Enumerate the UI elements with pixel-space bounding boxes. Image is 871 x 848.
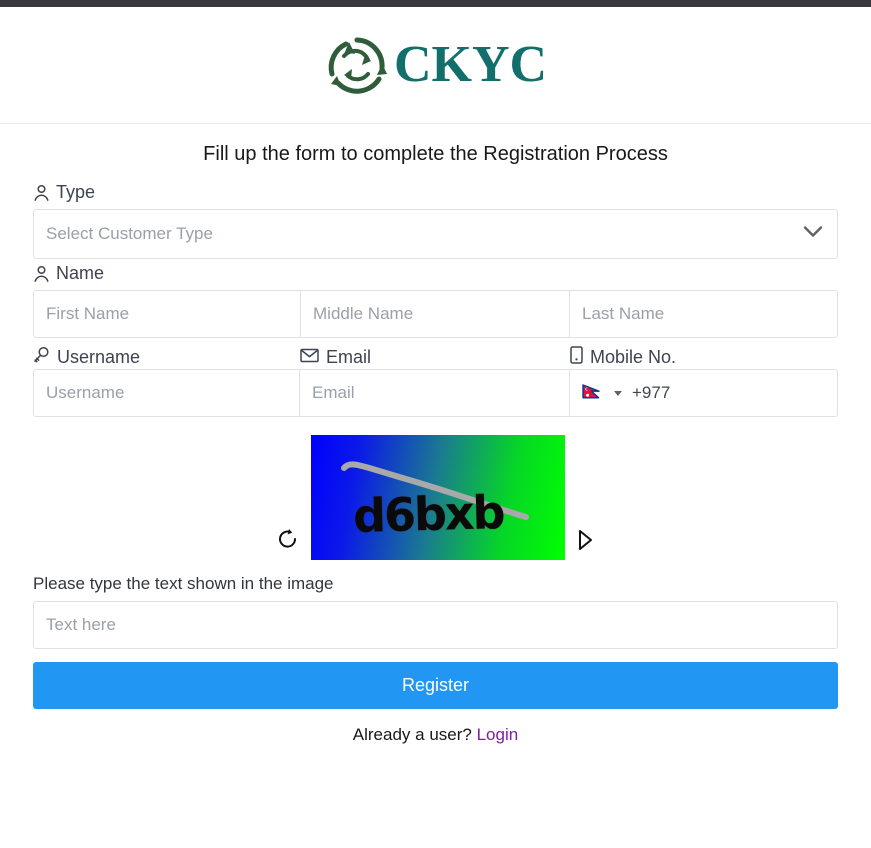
- captcha-audio-button[interactable]: [577, 528, 595, 560]
- person-icon: [33, 265, 50, 283]
- username-label-text: Username: [57, 347, 141, 367]
- captcha-block: d6bxb: [33, 435, 838, 560]
- captcha-prompt: Please type the text shown in the image: [33, 574, 334, 593]
- last-name-input[interactable]: [570, 290, 838, 338]
- person-icon: [33, 184, 50, 202]
- mobile-phone-icon: [570, 346, 583, 369]
- type-label-text: Type: [56, 182, 96, 202]
- mobile-input-group[interactable]: +977: [570, 369, 838, 417]
- key-icon: [33, 346, 50, 369]
- brand-logo[interactable]: CKYC: [324, 34, 547, 96]
- name-label: Name: [33, 263, 838, 284]
- login-link[interactable]: Login: [477, 725, 519, 744]
- name-input-row: [33, 290, 838, 338]
- circular-arrows-icon: [328, 37, 387, 94]
- register-button[interactable]: Register: [33, 662, 838, 709]
- page-title: Fill up the form to complete the Registr…: [203, 143, 668, 165]
- first-name-input[interactable]: [33, 290, 301, 338]
- mobile-label-text: Mobile No.: [590, 347, 677, 367]
- credentials-label-row: Username Email Mobile No.: [33, 346, 838, 369]
- refresh-icon: [278, 529, 296, 548]
- captcha-input[interactable]: [33, 601, 838, 649]
- site-header: CKYC: [0, 7, 871, 124]
- email-label: Email: [300, 346, 570, 369]
- dial-code: +977: [632, 383, 671, 402]
- email-input[interactable]: [300, 369, 570, 417]
- customer-type-select[interactable]: Select Customer Type: [33, 209, 838, 259]
- captcha-refresh-button[interactable]: [277, 528, 299, 560]
- username-input[interactable]: [33, 369, 300, 417]
- captcha-image: d6bxb: [310, 435, 565, 560]
- name-label-text: Name: [56, 263, 105, 283]
- envelope-icon: [300, 347, 319, 368]
- credentials-input-row: +977: [33, 369, 838, 417]
- type-label: Type: [33, 182, 838, 203]
- registration-form: Fill up the form to complete the Registr…: [0, 143, 871, 745]
- nepal-flag-icon: [582, 383, 600, 398]
- email-label-text: Email: [326, 347, 372, 367]
- caret-down-icon[interactable]: [614, 390, 622, 396]
- top-dark-bar: [0, 0, 871, 7]
- middle-name-input[interactable]: [301, 290, 570, 338]
- brand-name: CKYC: [393, 36, 548, 93]
- login-prompt-text: Already a user?: [352, 725, 472, 744]
- customer-type-select-wrapper[interactable]: Select Customer Type: [33, 209, 838, 259]
- captcha-text: d6bxb: [351, 485, 504, 543]
- username-label: Username: [33, 346, 300, 369]
- play-icon: [578, 530, 592, 550]
- login-footer: Already a user? Login: [33, 725, 838, 745]
- customer-type-placeholder: Select Customer Type: [46, 224, 213, 243]
- mobile-label: Mobile No.: [570, 346, 838, 369]
